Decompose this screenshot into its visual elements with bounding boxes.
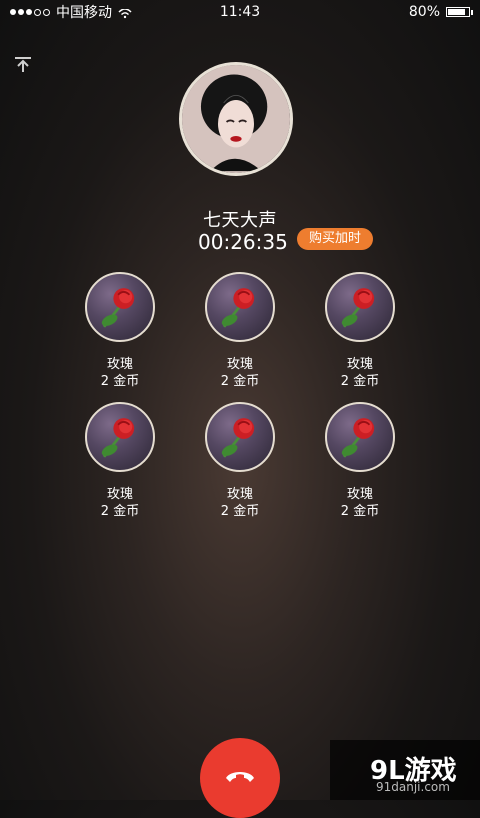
gift-item[interactable]: 玫瑰 2 金币	[78, 402, 162, 520]
gift-grid: 玫瑰 2 金币 玫瑰 2 金币 玫瑰 2 金币 玫瑰 2 金币 玫瑰 2 金币 …	[0, 272, 480, 532]
gift-label: 玫瑰	[346, 357, 373, 372]
gift-price: 2 金币	[220, 504, 260, 519]
buy-time-button[interactable]: 购买加时	[297, 228, 373, 250]
call-timer: 00:26:35	[198, 230, 288, 254]
phone-hangup-icon	[226, 772, 254, 782]
gift-price: 2 金币	[100, 374, 140, 389]
gift-item[interactable]: 玫瑰 2 金币	[78, 272, 162, 390]
gift-label: 玫瑰	[106, 487, 133, 502]
wifi-icon	[118, 7, 132, 19]
gift-item[interactable]: 玫瑰 2 金币	[198, 272, 282, 390]
minimize-icon[interactable]	[12, 54, 34, 76]
gift-price: 2 金币	[100, 504, 140, 519]
status-left: 中国移动	[10, 2, 150, 22]
gift-price: 2 金币	[220, 374, 260, 389]
call-screen: 中国移动 11:43 80% 七天大声 00:26:35 购买加时 玫瑰 2 金…	[0, 0, 480, 818]
rose-icon	[85, 272, 155, 342]
caller-name: 七天大声	[203, 210, 277, 231]
status-time: 11:43	[219, 4, 261, 20]
rose-icon	[325, 272, 395, 342]
battery-icon	[446, 7, 473, 17]
rose-icon	[85, 402, 155, 472]
rose-icon	[205, 272, 275, 342]
gift-label: 玫瑰	[226, 487, 253, 502]
gift-item[interactable]: 玫瑰 2 金币	[318, 402, 402, 520]
carrier-label: 中国移动	[56, 5, 112, 21]
battery-percent: 80%	[408, 4, 440, 20]
signal-icon	[10, 8, 50, 16]
gift-label: 玫瑰	[346, 487, 373, 502]
hangup-button[interactable]	[200, 738, 280, 818]
status-right: 80%	[380, 4, 473, 20]
rose-icon	[325, 402, 395, 472]
gift-label: 玫瑰	[106, 357, 133, 372]
status-bar: 中国移动 11:43 80%	[0, 0, 480, 24]
gift-item[interactable]: 玫瑰 2 金币	[198, 402, 282, 520]
gift-item[interactable]: 玫瑰 2 金币	[318, 272, 402, 390]
gift-price: 2 金币	[340, 374, 380, 389]
caller-avatar	[179, 62, 293, 176]
gift-label: 玫瑰	[226, 357, 253, 372]
rose-icon	[205, 402, 275, 472]
watermark-logo: 9L游戏 91danji.com	[330, 740, 480, 800]
gift-price: 2 金币	[340, 504, 380, 519]
watermark-site: 91danji.com	[376, 780, 450, 794]
